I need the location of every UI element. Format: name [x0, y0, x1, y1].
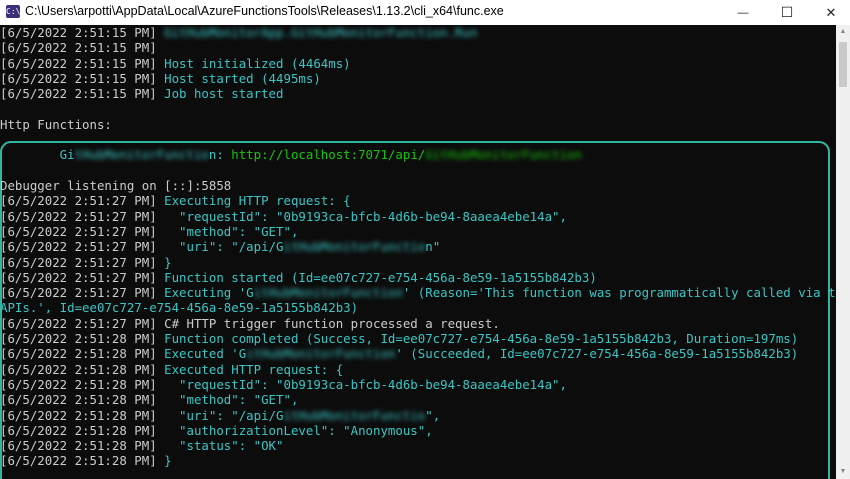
console-text: } — [164, 453, 172, 469]
console-text: Debugger listening on [::]:5858 — [0, 178, 232, 193]
console-output[interactable]: [6/5/2022 2:51:15 PM] GitHubMonitorApp.G… — [0, 25, 836, 479]
console-text: [6/5/2022 2:51:28 PM] — [0, 361, 165, 377]
console-text: ' (Succeeded, Id=ee07c727-e754-456a-8e59… — [395, 346, 799, 362]
console-text: "authorizationLevel": "Anonymous", — [164, 422, 433, 438]
console-text: APIs.', Id=ee07c727-e754-456a-8e59-1a515… — [0, 300, 359, 316]
console-line: [6/5/2022 2:51:28 PM] "authorizationLeve… — [0, 423, 433, 438]
window-title: C:\Users\arpotti\AppData\Local\AzureFunc… — [25, 4, 504, 18]
console-line: [6/5/2022 2:51:28 PM] "status": "OK" — [0, 438, 283, 453]
console-text: "method": "GET", — [164, 223, 299, 239]
console-text: [6/5/2022 2:51:27 PM] — [0, 285, 165, 301]
console-text: [6/5/2022 2:51:27 PM] — [0, 223, 165, 239]
console-text: ", — [425, 407, 441, 423]
console-text: [6/5/2022 2:51:28 PM] — [0, 346, 165, 362]
console-text: [6/5/2022 2:51:28 PM] — [0, 331, 165, 346]
console-text: [6/5/2022 2:51:28 PM] — [0, 453, 165, 469]
close-icon: ✕ — [825, 4, 837, 20]
console-line: [6/5/2022 2:51:28 PM] "uri": "/api/GitHu… — [0, 408, 440, 423]
console-text: Executed 'G — [164, 346, 247, 362]
console-line: [6/5/2022 2:51:27 PM] "method": "GET", — [0, 224, 298, 239]
console-text: [6/5/2022 2:51:15 PM] — [0, 25, 165, 40]
redacted-text: itHubMonitorFunctio — [283, 407, 426, 423]
console-text: [6/5/2022 2:51:28 PM] — [0, 438, 165, 454]
redacted-text: tHubMonitorFunctio — [74, 147, 209, 163]
console-line: [6/5/2022 2:51:27 PM] "uri": "/api/GitHu… — [0, 239, 440, 254]
console-text: Executing 'G — [164, 285, 254, 301]
scrollbar-thumb[interactable] — [839, 42, 847, 87]
console-line: [6/5/2022 2:51:28 PM] Executed 'GitHubMo… — [0, 346, 798, 361]
close-button[interactable]: ✕ — [808, 0, 850, 25]
console-text: [6/5/2022 2:51:28 PM] — [0, 392, 165, 408]
console-text: "uri": "/api/G — [164, 239, 284, 255]
console-text: Executed HTTP request: { — [164, 361, 344, 377]
console-text: http://localhost:7071/api/ — [231, 147, 426, 163]
console-line: [6/5/2022 2:51:27 PM] } — [0, 255, 172, 270]
console-text: [6/5/2022 2:51:28 PM] — [0, 422, 165, 438]
console-text: [6/5/2022 2:51:15 PM] — [0, 86, 165, 102]
console-line: [6/5/2022 2:51:27 PM] C# HTTP trigger fu… — [0, 316, 500, 331]
minimize-button[interactable]: — — [720, 0, 766, 25]
console-text: [6/5/2022 2:51:27 PM] — [0, 193, 165, 209]
console-text: "method": "GET", — [164, 392, 299, 408]
console-text: [6/5/2022 2:51:27 PM] — [0, 315, 165, 331]
console-text: Job host started — [164, 86, 284, 102]
console-line: [6/5/2022 2:51:15 PM] Job host started — [0, 86, 283, 101]
console-line: [6/5/2022 2:51:28 PM] Function completed… — [0, 331, 798, 346]
scroll-up-icon[interactable]: ▲ — [839, 27, 847, 37]
minimize-icon: — — [737, 6, 749, 19]
console-text: } — [164, 254, 172, 270]
console-text: Host started (4495ms) — [164, 70, 321, 86]
console-text: [6/5/2022 2:51:15 PM] — [0, 55, 165, 71]
maximize-button[interactable]: ☐ — [764, 0, 810, 25]
console-text: "uri": "/api/G — [164, 407, 284, 423]
console-text: "requestId": "0b9193ca-bfcb-4d6b-be94-8a… — [164, 376, 567, 392]
console-text: [6/5/2022 2:51:27 PM] — [0, 208, 165, 224]
console-text: ' (Reason='This function was programmati… — [402, 285, 836, 301]
console-text: "requestId": "0b9193ca-bfcb-4d6b-be94-8a… — [164, 208, 567, 224]
console-text: C# HTTP trigger function processed a req… — [164, 315, 500, 331]
console-line: [6/5/2022 2:51:15 PM] Host initialized (… — [0, 56, 351, 71]
console-line: [6/5/2022 2:51:27 PM] Executing 'GitHubM… — [0, 285, 836, 300]
console-line: [6/5/2022 2:51:27 PM] Executing HTTP req… — [0, 193, 351, 208]
console-line: APIs.', Id=ee07c727-e754-456a-8e59-1a515… — [0, 300, 358, 315]
redacted-text: itHubMonitorFunction — [253, 285, 403, 301]
redacted-text: GitHubMonitorFunction — [425, 147, 582, 163]
console-line: [6/5/2022 2:51:15 PM] — [0, 40, 164, 55]
console-line: [6/5/2022 2:51:28 PM] "method": "GET", — [0, 392, 298, 407]
console-text: Function started (Id=ee07c727-e754-456a-… — [164, 269, 597, 285]
console-line: Http Functions: — [0, 117, 112, 132]
console-line: Debugger listening on [::]:5858 — [0, 178, 231, 193]
redacted-text: GitHubMonitorApp.GitHubMonitorFunction.R… — [164, 25, 478, 40]
console-text: [6/5/2022 2:51:27 PM] — [0, 269, 165, 285]
redacted-text: itHubMonitorFunctio — [283, 239, 426, 255]
console-text: [6/5/2022 2:51:28 PM] — [0, 376, 165, 392]
console-line: [6/5/2022 2:51:27 PM] "requestId": "0b91… — [0, 209, 567, 224]
vertical-scrollbar[interactable]: ▲ ▼ — [836, 25, 850, 479]
console-text: n" — [425, 239, 441, 255]
redacted-text: itHubMonitorFunction — [246, 346, 396, 362]
console-line: [6/5/2022 2:51:27 PM] Function started (… — [0, 270, 597, 285]
title-bar[interactable]: C:\ C:\Users\arpotti\AppData\Local\Azure… — [0, 0, 850, 25]
console-line: [6/5/2022 2:51:28 PM] Executed HTTP requ… — [0, 362, 343, 377]
console-text: "status": "OK" — [164, 438, 284, 454]
console-text: Http Functions: — [0, 116, 112, 132]
console-text: [6/5/2022 2:51:27 PM] — [0, 254, 165, 270]
console-text: Host initialized (4464ms) — [164, 55, 351, 71]
console-text: [6/5/2022 2:51:15 PM] — [0, 40, 165, 56]
console-line: [6/5/2022 2:51:28 PM] "requestId": "0b91… — [0, 377, 567, 392]
console-text: Function completed (Success, Id=ee07c727… — [164, 331, 799, 346]
console-text: Gi — [0, 147, 75, 163]
console-text: [6/5/2022 2:51:27 PM] — [0, 239, 165, 255]
console-line: [6/5/2022 2:51:28 PM] } — [0, 453, 172, 468]
console-text: [6/5/2022 2:51:28 PM] — [0, 407, 165, 423]
scroll-down-icon[interactable]: ▼ — [839, 467, 847, 477]
maximize-icon: ☐ — [780, 4, 794, 20]
console-text: n: — [208, 147, 232, 163]
console-line: [6/5/2022 2:51:15 PM] GitHubMonitorApp.G… — [0, 25, 477, 40]
console-text: Executing HTTP request: { — [164, 193, 351, 209]
console-text: [6/5/2022 2:51:15 PM] — [0, 70, 165, 86]
console-line: GitHubMonitorFunction: http://localhost:… — [0, 147, 582, 162]
console-line: [6/5/2022 2:51:15 PM] Host started (4495… — [0, 71, 321, 86]
console-app-icon: C:\ — [6, 5, 21, 18]
